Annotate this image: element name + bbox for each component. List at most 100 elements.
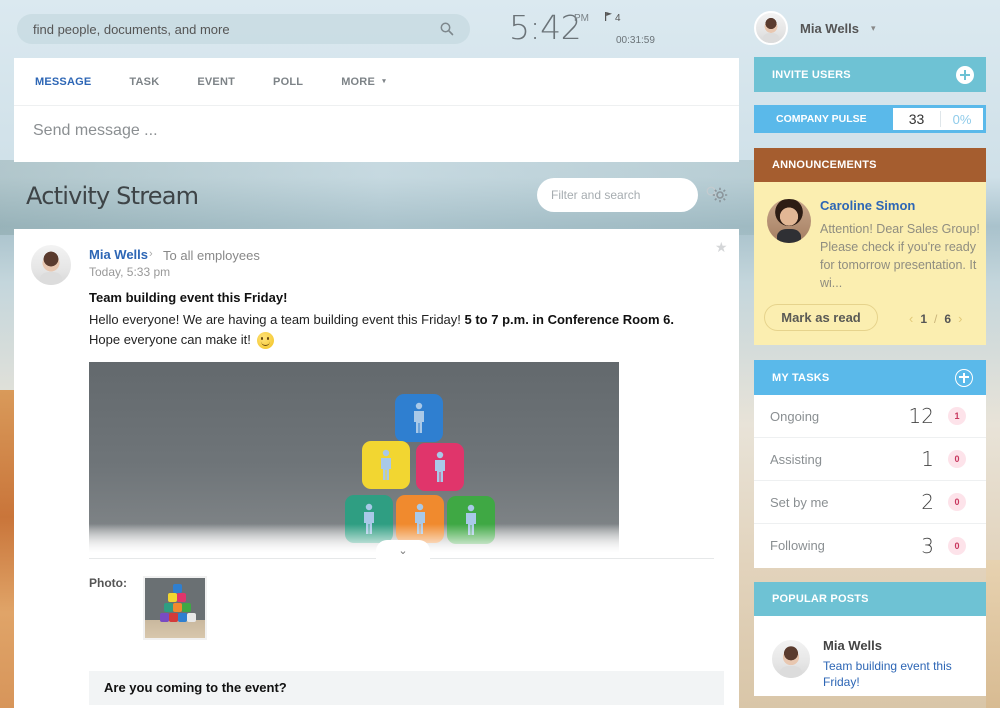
my-tasks-header: MY TASKS xyxy=(754,360,986,395)
chevron-down-icon: ⌄ xyxy=(398,545,408,557)
yellow-cube xyxy=(362,441,410,489)
pulse-count: 33 xyxy=(893,111,941,127)
task-count: 3 xyxy=(921,533,934,558)
post-title: Team building event this Friday! xyxy=(89,290,288,305)
pink-cube xyxy=(416,443,464,491)
mark-as-read-button[interactable]: Mark as read xyxy=(764,304,878,331)
flag-icon xyxy=(605,12,612,24)
announcement-text[interactable]: Attention! Dear Sales Group! Please chec… xyxy=(820,220,980,292)
global-search[interactable] xyxy=(17,14,470,44)
search-icon[interactable] xyxy=(440,22,454,36)
pulse-values: 33 0% xyxy=(893,108,983,130)
mini-cube xyxy=(173,603,182,612)
mini-cube xyxy=(160,613,169,622)
mini-cube xyxy=(173,584,182,593)
gear-icon[interactable] xyxy=(711,186,729,204)
my-tasks-title: MY TASKS xyxy=(772,371,830,384)
user-name[interactable]: Mia Wells xyxy=(800,21,859,36)
user-menu[interactable]: Mia Wells ▾ xyxy=(754,11,876,45)
pager-total: 6 xyxy=(944,311,952,326)
invite-users-button[interactable]: INVITE USERS xyxy=(754,57,986,92)
background-decoration xyxy=(986,560,1000,708)
mini-cube xyxy=(182,603,191,612)
add-task-icon[interactable] xyxy=(955,368,973,387)
post-body-highlight: 5 to 7 p.m. in Conference Room 6. xyxy=(464,312,674,327)
mini-cube xyxy=(187,613,196,622)
page-title: Activity Stream xyxy=(26,182,199,210)
announcement-author[interactable]: Caroline Simon xyxy=(820,198,915,213)
mini-cube xyxy=(164,603,173,612)
task-label: Assisting xyxy=(770,451,823,467)
tab-more-label: MORE xyxy=(341,75,375,88)
announcement-pager: ‹ 1 / 6 › xyxy=(909,311,962,326)
task-label: Set by me xyxy=(770,494,829,510)
task-row-ongoing[interactable]: Ongoing 12 1 xyxy=(754,395,986,438)
my-tasks-widget: MY TASKS Ongoing 12 1 Assisting 1 0 Set … xyxy=(754,360,986,568)
tab-message[interactable]: MESSAGE xyxy=(35,76,91,88)
post-author-avatar[interactable] xyxy=(29,243,73,287)
pulse-percent: 0% xyxy=(952,111,972,127)
popular-posts-title: POPULAR POSTS xyxy=(772,593,869,605)
popular-post-link[interactable]: Team building event this Friday! xyxy=(823,658,963,690)
company-pulse[interactable]: COMPANY PULSE 33 0% xyxy=(754,105,986,133)
task-row-following[interactable]: Following 3 0 xyxy=(754,524,986,567)
clock-time: 5:42 xyxy=(509,8,582,47)
task-row-assisting[interactable]: Assisting 1 0 xyxy=(754,438,986,481)
message-input[interactable] xyxy=(14,106,739,156)
flag-count: 4 xyxy=(615,12,621,24)
chevron-right-icon[interactable]: › xyxy=(958,311,962,326)
chevron-down-icon[interactable]: ▾ xyxy=(871,23,876,34)
popular-posts-header: POPULAR POSTS xyxy=(754,582,986,616)
filter-search[interactable] xyxy=(537,178,719,212)
task-count: 2 xyxy=(921,490,934,514)
chevron-right-icon: › xyxy=(149,248,153,260)
task-badge: 0 xyxy=(948,536,966,555)
post-author-link[interactable]: Mia Wells xyxy=(89,247,148,262)
post-recipient[interactable]: To all employees xyxy=(163,248,260,263)
post-body-intro: Hello everyone! We are having a team bui… xyxy=(89,312,465,327)
post-image[interactable] xyxy=(89,362,619,552)
flag-counter[interactable]: 4 xyxy=(605,12,621,24)
image-fade xyxy=(89,524,619,552)
global-search-input[interactable] xyxy=(33,21,440,37)
user-avatar[interactable] xyxy=(754,11,788,45)
smiley-emoji-icon xyxy=(256,332,274,350)
task-row-set-by-me[interactable]: Set by me 2 0 xyxy=(754,481,986,524)
tab-task[interactable]: TASK xyxy=(129,76,159,88)
announcement-author-avatar[interactable] xyxy=(767,199,811,243)
photo-thumbnail[interactable] xyxy=(143,576,207,640)
invite-users-label: INVITE USERS xyxy=(772,68,851,81)
mini-cube xyxy=(168,593,177,602)
poll-question: Are you coming to the event? xyxy=(89,671,724,705)
popular-post-author[interactable]: Mia Wells xyxy=(823,638,882,653)
announcements-title: ANNOUNCEMENTS xyxy=(772,159,877,171)
task-count: 12 xyxy=(908,404,934,428)
post-timestamp: Today, 5:33 pm xyxy=(89,265,171,279)
photo-label: Photo: xyxy=(89,576,127,590)
mini-cube xyxy=(177,593,186,602)
company-pulse-label: COMPANY PULSE xyxy=(776,113,867,125)
tab-more[interactable]: MORE ▾ xyxy=(341,76,386,88)
pager-separator: / xyxy=(934,311,938,326)
composer-tabs: MESSAGE TASK EVENT POLL MORE ▾ xyxy=(14,58,739,106)
caret-down-icon: ▾ xyxy=(382,77,386,85)
star-icon[interactable]: ★ xyxy=(715,239,728,256)
background-decoration xyxy=(0,390,14,708)
task-badge: 1 xyxy=(948,407,966,425)
blue-cube xyxy=(395,394,443,442)
post-body: Hello everyone! We are having a team bui… xyxy=(89,310,729,350)
tab-poll[interactable]: POLL xyxy=(273,76,303,88)
announcements-header: ANNOUNCEMENTS xyxy=(754,148,986,182)
popular-post-avatar[interactable] xyxy=(770,638,812,680)
task-badge: 0 xyxy=(948,450,966,468)
mini-cube xyxy=(169,613,178,622)
task-count: 1 xyxy=(921,447,934,471)
task-badge: 0 xyxy=(948,493,966,511)
task-label: Following xyxy=(770,538,825,553)
filter-search-input[interactable] xyxy=(551,188,706,202)
popular-posts-widget: POPULAR POSTS Mia Wells Team building ev… xyxy=(754,582,986,696)
expand-post-button[interactable]: ⌄ xyxy=(376,540,430,562)
tab-event[interactable]: EVENT xyxy=(197,76,235,88)
chevron-left-icon[interactable]: ‹ xyxy=(909,311,913,326)
post-composer: MESSAGE TASK EVENT POLL MORE ▾ xyxy=(14,58,739,162)
